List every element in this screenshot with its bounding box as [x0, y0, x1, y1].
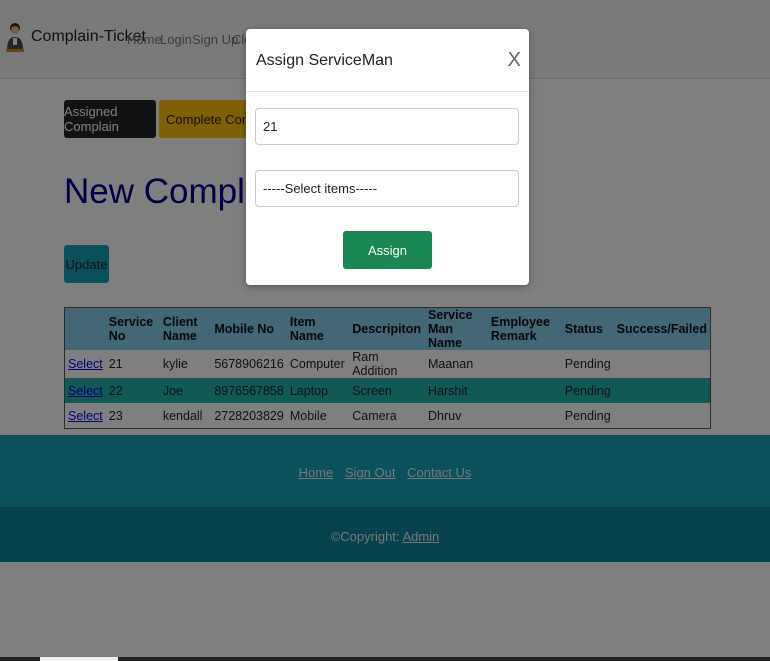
assign-button[interactable]: Assign: [343, 231, 432, 269]
serviceman-select-value: -----Select items-----: [263, 181, 378, 196]
close-icon[interactable]: X: [508, 49, 521, 72]
service-no-input[interactable]: [255, 108, 519, 145]
serviceman-select[interactable]: -----Select items-----: [255, 170, 519, 207]
taskbar-segment: [118, 657, 770, 661]
modal-title: Assign ServiceMan: [256, 52, 393, 69]
taskbar-strip: [0, 657, 770, 661]
modal-divider: [246, 91, 529, 92]
assign-serviceman-modal: Assign ServiceMan X -----Select items---…: [246, 29, 529, 285]
taskbar-segment: [0, 657, 40, 661]
